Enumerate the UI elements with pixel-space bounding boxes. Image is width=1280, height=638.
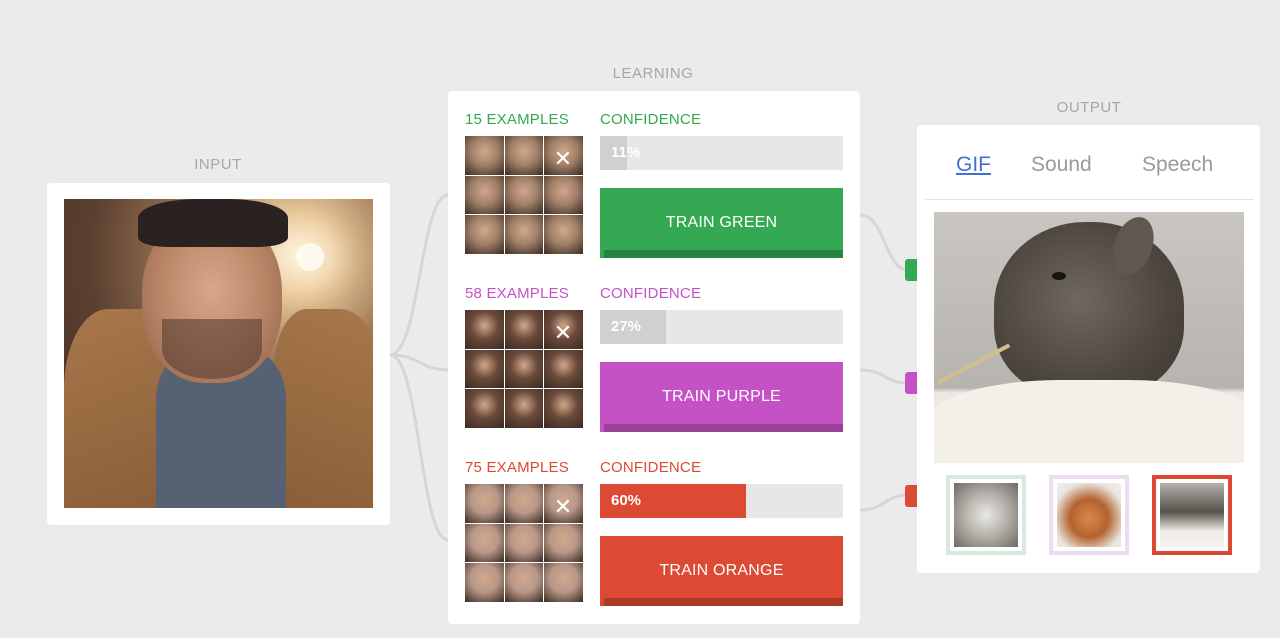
example-thumb [465, 136, 504, 175]
orange-output-marker [905, 485, 917, 507]
purple-output-marker [905, 372, 917, 394]
example-thumb [544, 349, 583, 389]
tab-sound[interactable]: Sound [1031, 153, 1092, 177]
example-thumb [504, 484, 544, 523]
tab-gif[interactable]: GIF [956, 153, 991, 177]
train-green-button[interactable]: TRAIN GREEN [600, 188, 843, 258]
confidence-label: CONFIDENCE [600, 111, 702, 128]
example-thumb [465, 310, 504, 349]
webcam-feed [64, 199, 373, 508]
close-icon[interactable]: ✕ [551, 321, 575, 345]
class-row-orange: 75 EXAMPLES CONFIDENCE ✕ 60% TRAIN ORANG… [448, 439, 860, 613]
confidence-value: 27% [611, 318, 642, 335]
example-thumb [465, 215, 504, 254]
gif-thumb-green[interactable] [946, 475, 1026, 555]
example-thumb [504, 389, 544, 428]
example-thumb [544, 389, 583, 428]
confidence-value: 11% [611, 144, 641, 161]
example-thumb [465, 389, 504, 428]
example-thumb [465, 175, 504, 215]
confidence-bar: 11% [600, 136, 843, 170]
close-icon[interactable]: ✕ [551, 495, 575, 519]
output-title: OUTPUT [1056, 99, 1122, 116]
example-thumb [504, 215, 544, 254]
tab-divider [925, 199, 1254, 200]
examples-count: 15 EXAMPLES [465, 111, 569, 128]
example-thumb [504, 175, 544, 215]
example-thumb [465, 523, 504, 563]
confidence-bar: 27% [600, 310, 843, 344]
example-thumb [544, 175, 583, 215]
train-orange-button[interactable]: TRAIN ORANGE [600, 536, 843, 606]
example-thumb [465, 484, 504, 523]
example-thumb [544, 215, 583, 254]
input-panel [47, 183, 390, 525]
example-thumb [504, 349, 544, 389]
example-thumb [504, 136, 544, 175]
example-thumb [465, 563, 504, 602]
input-title: INPUT [194, 156, 242, 173]
tab-speech[interactable]: Speech [1142, 153, 1213, 177]
example-thumb [544, 523, 583, 563]
learning-panel: 15 EXAMPLES CONFIDENCE ✕ 11% TRAIN GREEN… [448, 91, 860, 624]
gif-thumb-purple[interactable] [1049, 475, 1129, 555]
learning-title: LEARNING [612, 65, 694, 82]
train-purple-button[interactable]: TRAIN PURPLE [600, 362, 843, 432]
confidence-label: CONFIDENCE [600, 285, 702, 302]
output-panel: GIF Sound Speech [917, 125, 1260, 573]
example-thumb [504, 563, 544, 602]
confidence-bar: 60% [600, 484, 843, 518]
example-thumb [504, 523, 544, 563]
example-thumb [465, 349, 504, 389]
confidence-value: 60% [611, 492, 642, 509]
confidence-label: CONFIDENCE [600, 459, 702, 476]
example-thumb [504, 310, 544, 349]
examples-count: 58 EXAMPLES [465, 285, 569, 302]
close-icon[interactable]: ✕ [551, 147, 575, 171]
example-thumb [544, 563, 583, 602]
examples-count: 75 EXAMPLES [465, 459, 569, 476]
green-output-marker [905, 259, 917, 281]
gif-thumb-orange[interactable] [1152, 475, 1232, 555]
class-row-green: 15 EXAMPLES CONFIDENCE ✕ 11% TRAIN GREEN [448, 91, 860, 265]
gif-preview [934, 212, 1244, 463]
class-row-purple: 58 EXAMPLES CONFIDENCE ✕ 27% TRAIN PURPL… [448, 265, 860, 439]
